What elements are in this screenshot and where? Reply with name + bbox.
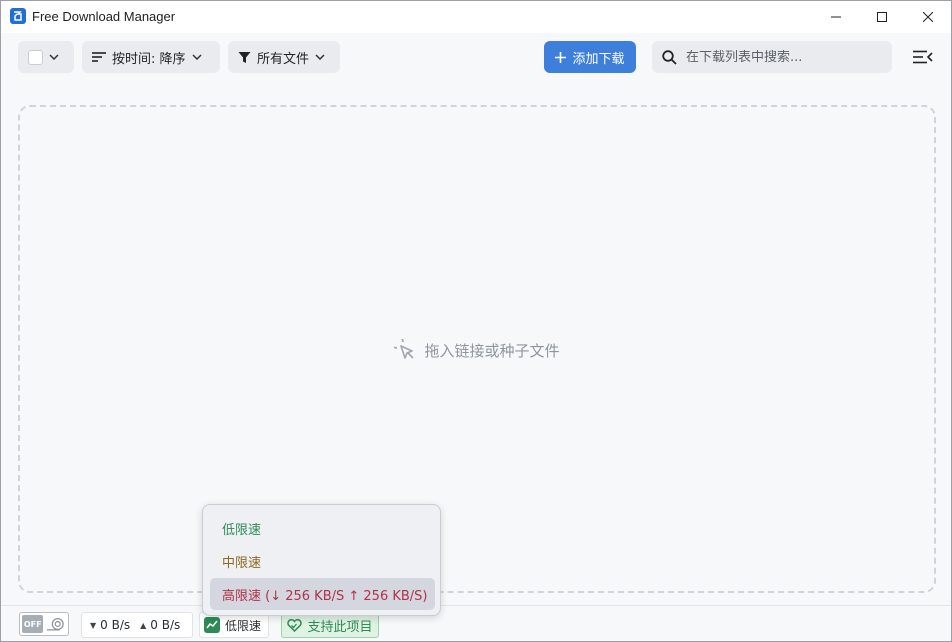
plus-icon (555, 51, 567, 63)
hamburger-collapse-icon (913, 50, 933, 64)
select-all-dropdown[interactable] (18, 41, 74, 73)
trend-up-icon (204, 617, 220, 633)
menu-item-high-limit[interactable]: 高限速 (↓ 256 KB/S ↑ 256 KB/S) (210, 578, 435, 610)
cursor-click-icon (394, 339, 415, 359)
download-speed: 0 B/s (100, 618, 131, 632)
support-project-label: 支持此项目 (307, 619, 373, 635)
upload-speed: 0 B/s (150, 618, 181, 632)
turbo-off-label: OFF (22, 615, 44, 633)
add-download-button[interactable]: 添加下载 (544, 41, 636, 73)
search-box[interactable] (652, 41, 892, 73)
upload-arrow-icon: ▲ (140, 620, 147, 630)
toolbar: 按时间: 降序 所有文件 添加下载 (1, 33, 951, 81)
filter-label: 所有文件 (257, 51, 310, 67)
speed-indicator: ▼ 0 B/s ▲ 0 B/s (81, 612, 193, 638)
menu-item-medium-limit[interactable]: 中限速 (210, 545, 435, 577)
download-arrow-icon: ▼ (90, 620, 97, 630)
sort-lines-icon (92, 52, 106, 62)
minimize-button[interactable] (813, 1, 859, 33)
select-all-checkbox[interactable] (28, 49, 43, 65)
chevron-down-icon (315, 54, 325, 60)
snail-icon (47, 617, 65, 631)
close-button[interactable] (905, 1, 951, 33)
minimize-icon (831, 16, 841, 18)
heart-icon (287, 618, 303, 632)
title-bar: Free Download Manager (1, 1, 951, 33)
close-icon (923, 12, 933, 22)
chevron-down-icon (49, 54, 59, 60)
fdm-logo-icon (10, 8, 26, 24)
maximize-button[interactable] (859, 1, 905, 33)
drop-hint: 拖入链接或种子文件 (20, 339, 934, 361)
speed-limit-label: 低限速 (225, 618, 262, 633)
drop-hint-text: 拖入链接或种子文件 (424, 341, 560, 360)
search-icon (662, 49, 677, 65)
search-input[interactable] (686, 49, 876, 65)
turbo-toggle[interactable]: OFF (19, 612, 69, 636)
speed-limit-menu: 低限速 中限速 高限速 (↓ 256 KB/S ↑ 256 KB/S) (202, 504, 441, 616)
drop-zone[interactable]: 拖入链接或种子文件 (18, 105, 936, 593)
app-window: Free Download Manager 按时间: 降序 所有文件 添加下载 … (0, 0, 952, 642)
add-download-label: 添加下载 (572, 51, 625, 67)
menu-item-low-limit[interactable]: 低限速 (210, 512, 435, 544)
funnel-icon (238, 51, 251, 63)
maximize-icon (877, 12, 887, 22)
filter-dropdown[interactable]: 所有文件 (228, 41, 340, 73)
chevron-down-icon (191, 54, 202, 60)
window-title: Free Download Manager (32, 9, 176, 24)
sort-dropdown[interactable]: 按时间: 降序 (82, 41, 220, 73)
main-menu-button[interactable] (909, 45, 937, 69)
status-bar: OFF ▼ 0 B/s ▲ 0 B/s 低限速 支持此项目 (1, 605, 951, 641)
sort-label: 按时间: 降序 (112, 51, 186, 67)
